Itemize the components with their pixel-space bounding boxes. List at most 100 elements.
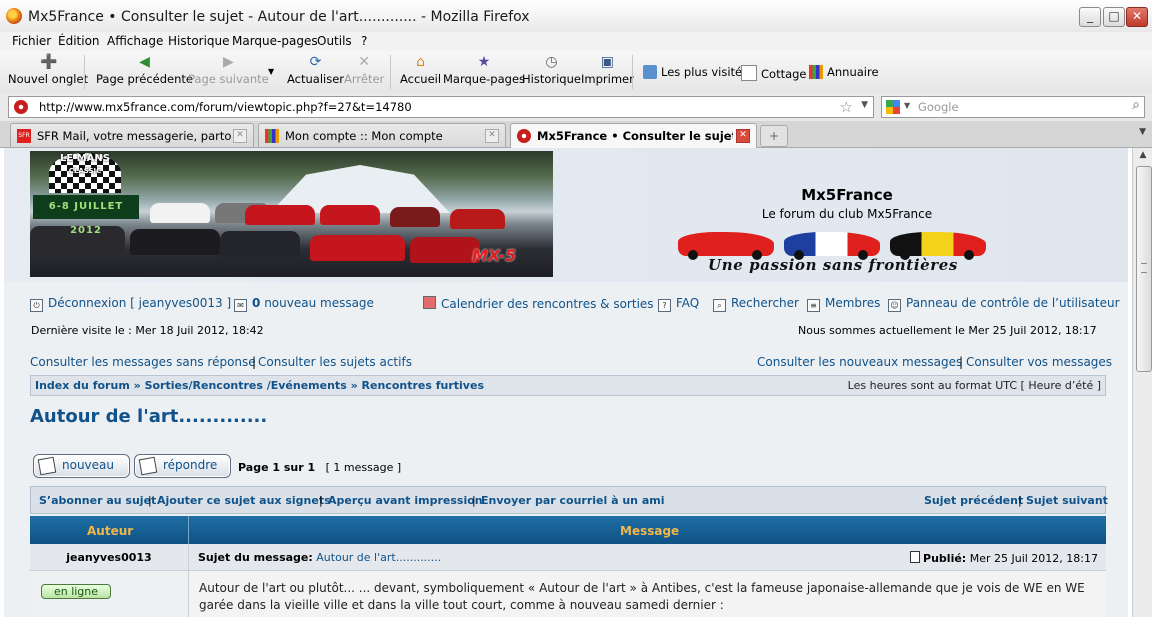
- new-tab-button[interactable]: ➕ Nouvel onglet: [8, 55, 88, 86]
- members-link[interactable]: ≡ Membres: [807, 296, 880, 312]
- column-separator: [188, 544, 189, 570]
- logo-date-text: 6-8 JUILLET 2012: [33, 195, 139, 236]
- bookmarks-button[interactable]: ★ Marque-pages: [443, 55, 525, 86]
- new-topic-label: nouveau: [62, 458, 114, 472]
- toolbar-separator: [390, 55, 391, 89]
- menu-marque-pages[interactable]: Marque-pages: [232, 34, 318, 48]
- post-author[interactable]: jeanyves0013: [30, 551, 188, 564]
- new-posts-link[interactable]: Consulter les nouveaux messages: [757, 355, 962, 369]
- breadcrumb-forum-index[interactable]: Index du forum: [35, 379, 130, 392]
- new-tab-plus-button[interactable]: +: [760, 125, 788, 147]
- print-view-link[interactable]: Aperçu avant impression: [328, 494, 483, 507]
- topic-title[interactable]: Autour de l'art.............: [30, 406, 267, 427]
- tab-label: Mon compte :: Mon compte: [285, 129, 443, 143]
- tab-close-icon[interactable]: ✕: [736, 129, 750, 143]
- url-dropdown-icon[interactable]: ▼: [861, 100, 868, 110]
- logout-link[interactable]: ⏻ Déconnexion [ jeanyves0013 ]: [30, 296, 231, 312]
- calendar-label: Calendrier des rencontres & sorties: [441, 297, 654, 311]
- tab-sfr-mail[interactable]: SFR SFR Mail, votre messagerie, partout,…: [10, 123, 254, 147]
- bookmark-most-visited[interactable]: Les plus visités: [643, 65, 748, 79]
- search-placeholder: Google: [918, 100, 959, 114]
- current-time-text: Nous sommes actuellement le Mer 25 Juil …: [798, 324, 1097, 337]
- post-published: Publié: Mer 25 Juil 2012, 18:17: [909, 551, 1098, 565]
- ucp-link[interactable]: ☺ Panneau de contrôle de l’utilisateur: [888, 296, 1120, 312]
- reload-button[interactable]: ⟳ Actualiser: [287, 55, 344, 86]
- search-engine-dropdown-icon[interactable]: ▼: [904, 101, 910, 110]
- new-message-count: 0: [252, 296, 261, 310]
- scroll-up-arrow-icon[interactable]: ▲: [1136, 150, 1150, 164]
- stop-icon: ✕: [358, 54, 370, 70]
- bookmark-cottage[interactable]: Cottage: [741, 65, 807, 81]
- action-separator: |: [1018, 494, 1022, 507]
- tab-close-icon[interactable]: ✕: [233, 129, 247, 143]
- back-arrow-icon: ◀: [139, 54, 150, 70]
- calendar-link[interactable]: Calendrier des rencontres & sorties: [423, 296, 654, 311]
- minimize-button[interactable]: _: [1079, 7, 1101, 27]
- bookmark-label: Cottage: [761, 67, 807, 81]
- unanswered-link[interactable]: Consulter les messages sans réponse: [30, 355, 256, 369]
- vertical-scrollbar[interactable]: ▲: [1132, 148, 1152, 617]
- stop-button[interactable]: ✕ Arrêter: [344, 55, 384, 86]
- tab-label: Mx5France • Consulter le sujet - ...: [537, 129, 733, 143]
- breadcrumb-rencontres[interactable]: Rencontres furtives: [362, 379, 484, 392]
- active-topics-link[interactable]: Consulter les sujets actifs: [258, 355, 412, 369]
- menu-affichage[interactable]: Affichage: [107, 34, 163, 48]
- subscribe-link[interactable]: S’abonner au sujet: [39, 494, 156, 507]
- your-posts-link[interactable]: Consulter vos messages: [966, 355, 1112, 369]
- menu-fichier[interactable]: Fichier: [12, 34, 51, 48]
- bookmark-topic-link[interactable]: Ajouter ce sujet aux signets: [157, 494, 331, 507]
- google-icon[interactable]: [886, 100, 900, 114]
- menu-edition[interactable]: Édition: [58, 34, 100, 48]
- email-friend-link[interactable]: Envoyer par courriel à un ami: [481, 494, 665, 507]
- pagination-info: Page 1 sur 1 [ 1 message ]: [238, 461, 401, 474]
- tab-mon-compte[interactable]: Mon compte :: Mon compte ✕: [258, 123, 506, 147]
- menu-outils[interactable]: Outils: [317, 34, 352, 48]
- print-label: Imprimer: [581, 72, 634, 86]
- tab-list-dropdown-icon[interactable]: ▼: [1139, 127, 1146, 137]
- home-label: Accueil: [400, 72, 442, 86]
- search-link[interactable]: ⌕ Rechercher: [713, 296, 799, 312]
- published-date: Mer 25 Juil 2012, 18:17: [969, 552, 1098, 565]
- tab-mx5france[interactable]: Mx5France • Consulter le sujet - ... ✕: [510, 123, 757, 148]
- address-bar[interactable]: http://www.mx5france.com/forum/viewtopic…: [8, 96, 874, 118]
- home-button[interactable]: ⌂ Accueil: [400, 55, 441, 86]
- bookmark-annuaire[interactable]: Annuaire: [809, 65, 879, 79]
- back-button[interactable]: ◀ Page précédente: [96, 55, 193, 86]
- history-button[interactable]: ◷ Historique: [522, 55, 581, 86]
- subject-link[interactable]: Autour de l'art.............: [316, 551, 441, 564]
- reply-button[interactable]: répondre: [134, 454, 231, 478]
- members-label: Membres: [825, 296, 881, 310]
- maximize-button[interactable]: □: [1103, 7, 1125, 27]
- forward-button[interactable]: ▶ Page suivante: [188, 55, 269, 86]
- new-topic-button[interactable]: nouveau: [33, 454, 130, 478]
- mx5-favicon-icon: [517, 129, 531, 143]
- header-banner-image: LE MANS CLASSIC 6-8 JUILLET 2012 MX-5: [30, 151, 553, 277]
- forum-page: LE MANS CLASSIC 6-8 JUILLET 2012 MX-5 Mx…: [4, 148, 1128, 617]
- pencil-icon: [138, 456, 158, 476]
- message-column-header: Message: [620, 524, 680, 538]
- scrollbar-thumb[interactable]: [1136, 166, 1152, 372]
- magnifier-icon: ⌕: [713, 299, 726, 312]
- search-bar[interactable]: ▼ Google ⌕: [881, 96, 1145, 118]
- pencil-icon: [37, 456, 57, 476]
- post-header-row: jeanyves0013 Sujet du message: Autour de…: [30, 544, 1106, 571]
- new-messages-link[interactable]: ✉ 0 nouveau message: [234, 296, 374, 312]
- post-icon[interactable]: [909, 551, 920, 563]
- print-button[interactable]: ▣ Imprimer: [581, 55, 634, 86]
- mx5-brand-logo: MX-5: [472, 246, 517, 265]
- home-icon: ⌂: [416, 54, 425, 70]
- breadcrumb-sorties[interactable]: Sorties/Rencontres /Evénements: [145, 379, 347, 392]
- previous-topic-link[interactable]: Sujet précédent: [924, 494, 1023, 507]
- history-dropdown-icon[interactable]: ▼: [268, 67, 274, 76]
- close-window-button[interactable]: ✕: [1126, 7, 1148, 27]
- menu-help[interactable]: ?: [361, 34, 367, 48]
- annuaire-favicon-icon: [265, 129, 279, 143]
- menu-historique[interactable]: Historique: [168, 34, 230, 48]
- next-topic-link[interactable]: Sujet suivant: [1026, 494, 1108, 507]
- faq-link[interactable]: ? FAQ: [658, 296, 699, 312]
- tab-close-icon[interactable]: ✕: [485, 129, 499, 143]
- search-icon[interactable]: ⌕: [1132, 97, 1140, 113]
- new-tab-label: Nouvel onglet: [8, 72, 89, 86]
- bookmarks-icon: ★: [477, 54, 491, 70]
- bookmark-star-icon[interactable]: ☆: [840, 98, 853, 116]
